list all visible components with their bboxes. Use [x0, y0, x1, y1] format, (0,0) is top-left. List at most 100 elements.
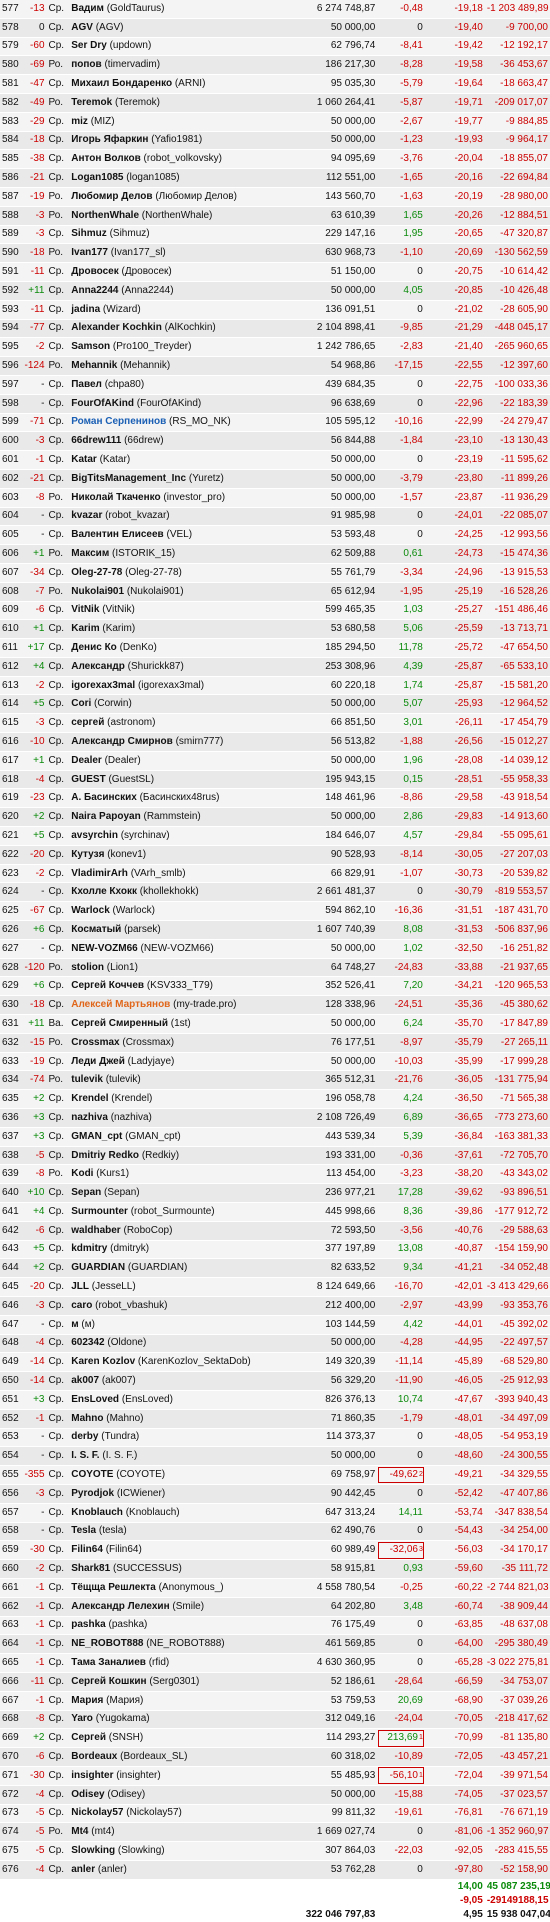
trader-link[interactable]: Алексей Мартьянов	[71, 999, 170, 1010]
trader-link[interactable]: Mt4	[71, 1826, 88, 1837]
trader-link[interactable]: Михаил Бондаренко	[71, 78, 172, 89]
trader-link[interactable]: Антон Волков	[71, 153, 141, 164]
trader-link[interactable]: Кхолле Кхокк	[71, 886, 137, 897]
trader-link[interactable]: Karim	[71, 623, 99, 634]
trader-link[interactable]: Slowking	[71, 1845, 115, 1856]
trader-link[interactable]: kdmitry	[71, 1243, 107, 1254]
trader-link[interactable]: Mehannik	[71, 360, 117, 371]
trader-link[interactable]: jadina	[71, 304, 100, 315]
trader-link[interactable]: Oleg-27-78	[71, 567, 122, 578]
trader-link[interactable]: Сергей Смиренный	[71, 1018, 168, 1029]
trader-link[interactable]: Александр Смирнов	[71, 736, 173, 747]
trader-link[interactable]: Sihmuz	[71, 228, 107, 239]
trader-link[interactable]: Сергей Кошкин	[71, 1676, 146, 1687]
trader-link[interactable]: Bordeaux	[71, 1751, 117, 1762]
trader-link[interactable]: Surmounter	[71, 1206, 128, 1217]
trader-link[interactable]: Игорь Яфаркин	[71, 134, 148, 145]
trader-link[interactable]: Pyrodjok	[71, 1488, 114, 1499]
trader-link[interactable]: Mahno	[71, 1413, 103, 1424]
trader-link[interactable]: Alexander Kochkin	[71, 322, 162, 333]
trader-link[interactable]: 66drew111	[71, 435, 121, 446]
trader-link[interactable]: Naira Papoyan	[71, 811, 140, 822]
trader-link[interactable]: Cori	[71, 698, 91, 709]
trader-link[interactable]: kvazar	[71, 510, 102, 521]
trader-link[interactable]: сергей	[71, 717, 104, 728]
trader-link[interactable]: Тама Заналиев	[71, 1657, 146, 1668]
trader-link[interactable]: Dmitriy Redko	[71, 1150, 139, 1161]
trader-link[interactable]: Logan1085	[71, 172, 123, 183]
trader-link[interactable]: Kodi	[71, 1168, 93, 1179]
trader-link[interactable]: Samson	[71, 341, 110, 352]
trader-link[interactable]: EnsLoved	[71, 1394, 119, 1405]
trader-link[interactable]: Filin64	[71, 1544, 103, 1555]
trader-link[interactable]: Сергей	[71, 1732, 106, 1743]
trader-link[interactable]: anler	[71, 1864, 95, 1875]
trader-link[interactable]: Максим	[71, 548, 109, 559]
trader-link[interactable]: A. Басинских	[71, 792, 137, 803]
trader-link[interactable]: м	[71, 1319, 78, 1330]
trader-link[interactable]: Katar	[71, 454, 97, 465]
trader-link[interactable]: GMAN_cpt	[71, 1131, 122, 1142]
trader-link[interactable]: Дровосек	[71, 266, 118, 277]
trader-link[interactable]: Krendel	[71, 1093, 108, 1104]
trader-link[interactable]: NEW-VOZM66	[71, 943, 137, 954]
trader-link[interactable]: VitNik	[71, 604, 99, 615]
trader-link[interactable]: Роман Серпенинов	[71, 416, 166, 427]
trader-link[interactable]: Вадим	[71, 3, 104, 14]
trader-link[interactable]: Crossmax	[71, 1037, 119, 1048]
trader-link[interactable]: Александр Лелехин	[71, 1601, 169, 1612]
trader-link[interactable]: Валентин Елисеев	[71, 529, 163, 540]
trader-link[interactable]: Shark81	[71, 1563, 110, 1574]
trader-link[interactable]: Александр	[71, 661, 125, 672]
trader-link[interactable]: ak007	[71, 1375, 99, 1386]
trader-link[interactable]: Денис Ко	[71, 642, 117, 653]
trader-link[interactable]: Ser Dry	[71, 40, 107, 51]
trader-link[interactable]: Karen Kozlov	[71, 1356, 135, 1367]
trader-link[interactable]: VladimirArh	[71, 868, 128, 879]
trader-link[interactable]: Тёщща Решлекта	[71, 1582, 156, 1593]
trader-link[interactable]: Nickolay57	[71, 1807, 123, 1818]
trader-link[interactable]: Knoblauch	[71, 1507, 123, 1518]
trader-link[interactable]: Tesla	[71, 1525, 96, 1536]
trader-link[interactable]: Nukolai901	[71, 586, 124, 597]
trader-link[interactable]: Anna2244	[71, 285, 118, 296]
trader-link[interactable]: GUARDIAN	[71, 1262, 125, 1273]
trader-link[interactable]: Warlock	[71, 905, 110, 916]
trader-link[interactable]: Любомир Делов	[71, 191, 152, 202]
trader-link[interactable]: igorexax3mal	[71, 680, 135, 691]
trader-link[interactable]: Teremok	[71, 97, 112, 108]
trader-link[interactable]: Косматый	[71, 924, 121, 935]
trader-link[interactable]: nazhiva	[71, 1112, 108, 1123]
trader-link[interactable]: NE_ROBOT888	[71, 1638, 143, 1649]
trader-link[interactable]: avsyrchin	[71, 830, 118, 841]
trader-link[interactable]: waldhaber	[71, 1225, 120, 1236]
trader-link[interactable]: Кутузя	[71, 849, 104, 860]
trader-link[interactable]: BigTitsManagement_Inc	[71, 473, 186, 484]
trader-link[interactable]: pashka	[71, 1619, 105, 1630]
trader-link[interactable]: Николай Ткаченко	[71, 492, 160, 503]
trader-link[interactable]: derby	[71, 1431, 98, 1442]
trader-link[interactable]: Павел	[71, 379, 102, 390]
trader-link[interactable]: caro	[71, 1300, 92, 1311]
trader-link[interactable]: JLL	[71, 1281, 89, 1292]
trader-link[interactable]: AGV	[71, 22, 93, 33]
trader-link[interactable]: miz	[71, 116, 88, 127]
trader-link[interactable]: Dealer	[71, 755, 102, 766]
trader-link[interactable]: Yaro	[71, 1713, 93, 1724]
trader-link[interactable]: tulevik	[71, 1074, 103, 1085]
trader-link[interactable]: 602342	[71, 1337, 104, 1348]
trader-link[interactable]: insighter	[71, 1770, 113, 1781]
trader-link[interactable]: Мария	[71, 1695, 103, 1706]
trader-link[interactable]: stolion	[71, 962, 104, 973]
trader-link[interactable]: Леди Джей	[71, 1056, 125, 1067]
trader-link[interactable]: Sepan	[71, 1187, 101, 1198]
trader-link[interactable]: Odisey	[71, 1789, 104, 1800]
trader-link[interactable]: Ivan177	[71, 247, 108, 258]
trader-link[interactable]: I. S. F.	[71, 1450, 99, 1461]
trader-link[interactable]: FourOfAKind	[71, 398, 134, 409]
trader-link[interactable]: GUEST	[71, 774, 105, 785]
trader-link[interactable]: попов	[71, 59, 101, 70]
trader-link[interactable]: COYOTE	[71, 1469, 113, 1480]
trader-link[interactable]: Сергей Коччев	[71, 980, 144, 991]
trader-link[interactable]: NorthenWhale	[71, 210, 139, 221]
